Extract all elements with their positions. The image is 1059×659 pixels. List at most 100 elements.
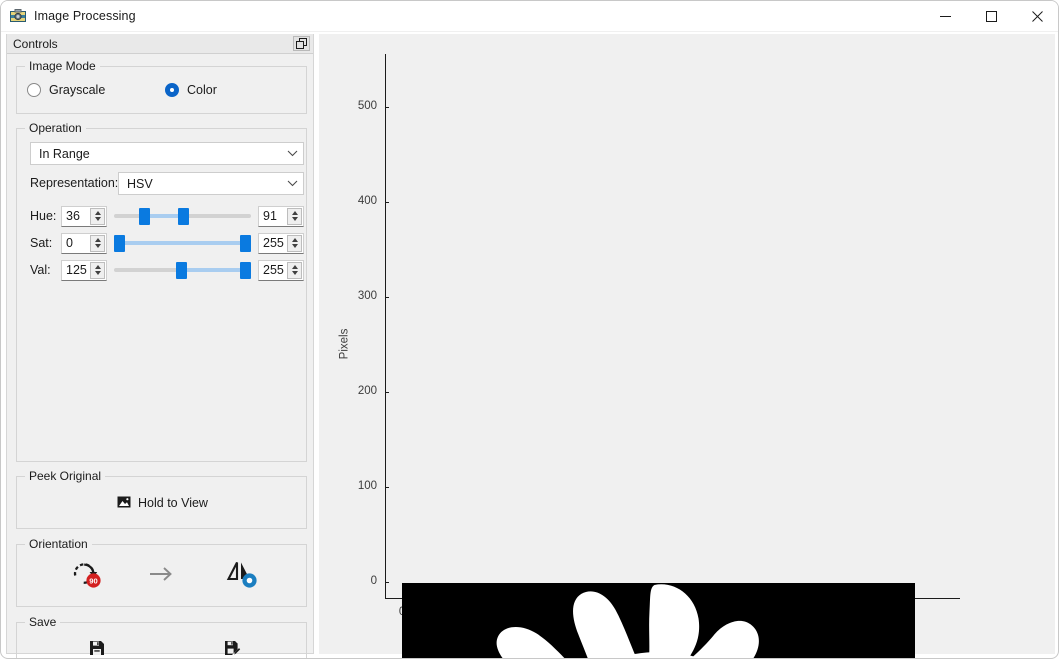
processed-image-display — [402, 582, 915, 658]
radio-color[interactable]: Color — [165, 83, 217, 97]
hue-max-spinbox[interactable]: 91 — [258, 205, 304, 227]
minimize-button[interactable] — [922, 1, 968, 32]
slider-row-hue: Hue: 36 91 — [30, 205, 304, 227]
peek-original-group: Peek Original Hold to View — [16, 469, 307, 529]
arrow-right-button[interactable] — [132, 553, 192, 597]
title-bar: Image Processing — [1, 1, 1058, 32]
val-min-spinbox[interactable]: 125 — [61, 259, 107, 281]
dock-header: Controls — [7, 34, 313, 54]
y-tick-label: 500 — [357, 100, 377, 113]
orientation-legend: Orientation — [25, 537, 92, 551]
slider-row-val: Val: 125 255 — [30, 259, 304, 281]
spinner-arrows-icon[interactable] — [287, 234, 302, 252]
chevron-down-icon — [281, 180, 303, 187]
y-axis-line — [385, 54, 386, 599]
application-window: Image Processing Controls Image Mode Gra… — [0, 0, 1059, 659]
radio-color-label: Color — [187, 83, 217, 97]
window-title: Image Processing — [34, 9, 136, 23]
flip-horizontal-icon — [225, 559, 259, 592]
hue-min-value: 36 — [66, 209, 80, 223]
maximize-button[interactable] — [968, 1, 1014, 32]
y-tick-label: 100 — [357, 479, 377, 492]
dock-title: Controls — [13, 36, 58, 51]
sat-range-slider[interactable] — [114, 232, 251, 254]
representation-select-value: HSV — [127, 176, 153, 191]
spinner-arrows-icon[interactable] — [287, 261, 302, 279]
spinner-arrows-icon[interactable] — [287, 207, 302, 225]
operation-select[interactable]: In Range — [30, 142, 304, 165]
y-tick-mark — [385, 486, 389, 488]
image-mode-group: Image Mode Grayscale Color — [16, 59, 307, 114]
radio-circle-selected-icon — [165, 83, 179, 97]
save-as-button[interactable] — [202, 631, 262, 659]
hue-slider-handle-low[interactable] — [139, 208, 151, 225]
val-range-slider[interactable] — [114, 259, 251, 281]
y-tick-label: 0 — [370, 574, 377, 587]
y-tick-label: 400 — [357, 195, 377, 208]
hue-slider-handle-high[interactable] — [178, 208, 190, 225]
radio-circle-icon — [27, 83, 41, 97]
operation-legend: Operation — [25, 121, 86, 135]
sat-min-value: 0 — [66, 236, 73, 250]
sat-slider-fill — [119, 241, 245, 245]
sat-slider-handle-low[interactable] — [114, 235, 125, 252]
hue-label: Hue: — [30, 209, 57, 223]
y-tick-label: 300 — [357, 290, 377, 303]
float-window-icon[interactable] — [293, 36, 310, 51]
controls-dock-panel: Controls Image Mode Grayscale Color Oper — [6, 34, 314, 658]
save-button[interactable] — [67, 631, 127, 659]
operation-select-value: In Range — [39, 146, 90, 161]
rotate-badge-text: 90 — [89, 576, 97, 585]
hold-to-view-button[interactable]: Hold to View — [30, 489, 295, 517]
val-slider-handle-low[interactable] — [175, 262, 187, 279]
val-label: Val: — [30, 263, 51, 277]
spinner-arrows-icon[interactable] — [90, 261, 105, 279]
close-button[interactable] — [1014, 1, 1058, 32]
plot-panel: Pixels Pixels 0100200300400500 010020030… — [319, 34, 1055, 658]
radio-grayscale-label: Grayscale — [49, 83, 106, 97]
hue-min-spinbox[interactable]: 36 — [61, 205, 107, 227]
spinner-arrows-icon[interactable] — [90, 207, 105, 225]
arrow-right-icon — [149, 565, 175, 586]
val-slider-fill — [180, 268, 245, 272]
sat-min-spinbox[interactable]: 0 — [61, 232, 107, 254]
camera-icon — [10, 8, 26, 24]
rotate-90-button[interactable]: 90 — [57, 553, 117, 597]
y-tick-mark — [385, 297, 389, 299]
image-mode-legend: Image Mode — [25, 59, 100, 73]
image-icon — [117, 496, 131, 511]
val-min-value: 125 — [66, 263, 87, 277]
hue-max-value: 91 — [263, 209, 277, 223]
y-tick-mark — [385, 391, 389, 393]
axes: 0100200300400500 0100200300400500 — [358, 54, 960, 658]
peek-original-legend: Peek Original — [25, 469, 106, 483]
val-slider-handle-high[interactable] — [240, 262, 251, 279]
y-tick-mark — [385, 107, 389, 109]
save-as-pencil-icon — [224, 640, 241, 659]
hue-range-slider[interactable] — [114, 205, 251, 227]
splat-mask-svg — [402, 582, 915, 658]
spinner-arrows-icon[interactable] — [90, 234, 105, 252]
y-axis-label: Pixels — [338, 328, 351, 360]
operation-group: Operation In Range Representation: HSV H… — [16, 121, 307, 462]
sat-slider-handle-high[interactable] — [240, 235, 251, 252]
radio-grayscale[interactable]: Grayscale — [27, 83, 105, 97]
slider-row-sat: Sat: 0 255 — [30, 232, 304, 254]
val-max-spinbox[interactable]: 255 — [258, 259, 304, 281]
save-group: Save — [16, 615, 307, 659]
y-tick-mark — [385, 202, 389, 204]
rotate-right-90-icon: 90 — [70, 559, 104, 592]
hold-to-view-label: Hold to View — [138, 496, 208, 510]
window-controls — [922, 1, 1058, 32]
sat-max-value: 255 — [263, 236, 284, 250]
save-legend: Save — [25, 615, 61, 629]
flip-horizontal-button[interactable] — [212, 553, 272, 597]
sat-label: Sat: — [30, 236, 53, 250]
sat-max-spinbox[interactable]: 255 — [258, 232, 304, 254]
orientation-group: Orientation 90 — [16, 537, 307, 607]
val-max-value: 255 — [263, 263, 284, 277]
representation-select[interactable]: HSV — [118, 172, 304, 195]
floppy-disk-icon — [89, 640, 105, 659]
representation-label: Representation: — [30, 176, 119, 190]
y-tick-mark — [385, 581, 389, 583]
